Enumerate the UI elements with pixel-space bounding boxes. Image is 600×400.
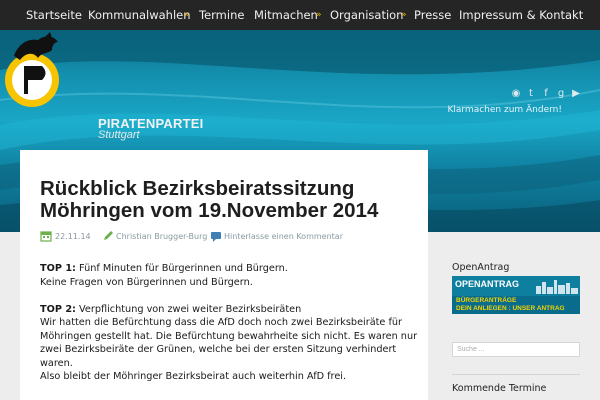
search-input[interactable] (452, 342, 580, 357)
post-date: 22.11.14 (55, 232, 91, 241)
nav-item-presse[interactable]: Presse (414, 0, 451, 30)
nav-item-mitmachen[interactable]: Mitmachen (254, 0, 318, 30)
top2-text: Verpflichtung von zwei weiter Bezirksbei… (79, 303, 302, 315)
top1-line2: Keine Fragen von Bürgerinnen und Bürgern… (40, 276, 253, 288)
top1-paragraph: TOP 1: Fünf Minuten für Bürgerinnen und … (40, 262, 420, 289)
openantrag-heading: OpenAntrag (452, 262, 510, 273)
top2-last-line: Also bleibt der Möhringer Bezirksbeirat … (40, 371, 347, 382)
top2-paragraph: TOP 2: Verpflichtung von zwei weiter Bez… (40, 303, 420, 384)
city-skyline-icon (536, 280, 578, 294)
termine-heading: Kommende Termine (452, 383, 547, 394)
nav-item-organisation[interactable]: Organisation (330, 0, 403, 30)
post-author[interactable]: Christian Brugger-Burg (116, 231, 207, 243)
tagline: Klarmachen zum Ändern! (447, 105, 562, 115)
post-card: Rückblick Bezirksbeiratssitzung Möhringe… (20, 150, 428, 400)
openantrag-line1: BÜRGERANTRÄGE (456, 297, 517, 304)
top2-label: TOP 2: (40, 303, 76, 315)
sidebar-divider (452, 374, 580, 375)
party-logo[interactable] (0, 30, 180, 110)
openantrag-banner[interactable]: OPENANTRAG BÜRGERANTRÄGE DEIN ANLIEGEN :… (452, 276, 580, 314)
pencil-icon (104, 231, 113, 240)
openantrag-line2: DEIN ANLIEGEN : UNSER ANTRAG (456, 304, 565, 312)
facebook-icon[interactable]: f (540, 88, 552, 100)
post-body: TOP 1: Fünf Minuten für Bürgerinnen und … (40, 262, 420, 397)
googleplus-icon[interactable]: g (555, 88, 567, 100)
post-title[interactable]: Rückblick Bezirksbeiratssitzung Möhringe… (40, 178, 420, 222)
twitter-icon[interactable]: t (525, 88, 537, 100)
calendar-icon (40, 231, 52, 242)
chevron-down-icon: » (184, 10, 190, 20)
chevron-down-icon: » (401, 10, 407, 20)
nav-item-startseite[interactable]: Startseite (26, 0, 82, 30)
comment-link[interactable]: Hinterlasse einen Kommentar (224, 231, 343, 243)
top1-text: Fünf Minuten für Bürgerinnen und Bürgern… (79, 263, 288, 274)
rss-icon[interactable]: ◉ (510, 88, 522, 100)
top2-body: Wir hatten die Befürchtung dass die AfD … (40, 317, 418, 369)
comment-icon (211, 232, 221, 242)
chevron-down-icon: » (316, 10, 322, 20)
openantrag-logo: OPENANTRAG (455, 279, 520, 289)
nav-item-termine[interactable]: Termine (199, 0, 244, 30)
youtube-icon[interactable]: ▶ (570, 88, 582, 100)
top-navigation: Startseite Kommunalwahlen » Termine Mitm… (0, 0, 600, 30)
openantrag-tagline: BÜRGERANTRÄGE DEIN ANLIEGEN : UNSER ANTR… (456, 297, 565, 312)
nav-item-kommunalwahlen[interactable]: Kommunalwahlen (88, 0, 191, 30)
top1-label: TOP 1: (40, 263, 76, 274)
logo-subtitle: Stuttgart (98, 129, 140, 141)
nav-item-impressum-kontakt[interactable]: Impressum & Kontakt (459, 0, 583, 30)
